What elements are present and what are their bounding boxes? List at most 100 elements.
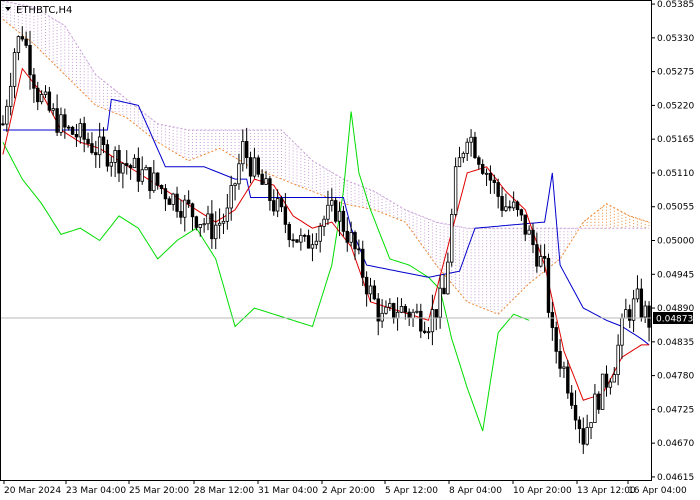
candle-body — [531, 229, 535, 246]
candle-body — [558, 350, 562, 369]
candle-body — [589, 422, 593, 428]
candle-body — [272, 200, 276, 212]
current-price-marker: 0.04873 — [653, 312, 693, 325]
x-tick-label: 16 Apr 04:00 — [628, 486, 687, 496]
price-axis: 0.05385 0.05330 0.05275 0.05220 0.05165 0.051… — [651, 0, 694, 483]
candle-body — [51, 108, 55, 111]
candle-body — [264, 178, 268, 185]
candle-body — [163, 188, 168, 200]
candle-body — [488, 172, 493, 181]
candle-body — [20, 36, 24, 40]
candle-body — [333, 200, 338, 222]
candle-body — [593, 393, 597, 423]
candle-body — [39, 94, 44, 103]
candle-body — [438, 287, 442, 318]
candle-body — [500, 196, 504, 211]
candle-body — [647, 305, 651, 328]
candle-body — [190, 203, 195, 218]
current-price-label: 0.04873 — [656, 315, 693, 325]
symbol-header[interactable]: ETHBTC,H4 — [5, 5, 72, 16]
candle-body — [36, 87, 40, 103]
candle-body — [569, 392, 574, 406]
y-tick-label: 0.04725 — [657, 405, 694, 415]
candle-body — [109, 161, 113, 167]
candle-body — [90, 143, 94, 153]
chart-background — [0, 0, 700, 500]
candle-body — [581, 428, 585, 445]
candle-body — [597, 393, 601, 410]
x-tick-label: 10 Apr 20:00 — [513, 486, 572, 496]
candle-body — [442, 287, 446, 295]
candle-body — [121, 163, 125, 174]
candle-body — [403, 306, 408, 313]
candle — [333, 197, 338, 224]
candle-body — [233, 183, 237, 186]
candle-body — [515, 201, 520, 211]
candle-body — [484, 172, 489, 175]
y-tick-label: 0.05220 — [657, 101, 694, 111]
candle-body — [105, 144, 110, 167]
candle-body — [643, 305, 647, 318]
candle-body — [469, 136, 473, 143]
candle-body — [175, 193, 179, 212]
candle-body — [631, 298, 636, 321]
candle-body — [256, 157, 260, 175]
candle-body — [635, 288, 640, 300]
candle-body — [492, 179, 497, 183]
y-tick-label: 0.04835 — [657, 338, 694, 348]
candle-body — [237, 163, 241, 185]
y-tick-label: 0.05110 — [657, 169, 694, 179]
candle-body — [117, 150, 121, 174]
candle-body — [616, 344, 620, 375]
candle-body — [225, 207, 230, 222]
candle-body — [573, 404, 578, 421]
candle-body — [372, 285, 377, 300]
candle-body — [74, 134, 79, 138]
candle-body — [465, 141, 469, 154]
symbol-title: ETHBTC,H4 — [16, 5, 72, 16]
candle-body — [125, 163, 129, 166]
candle-body — [86, 138, 90, 145]
candle-body — [275, 198, 280, 212]
candle-body — [519, 209, 524, 216]
candle-body — [306, 235, 311, 249]
candle-body — [260, 173, 264, 185]
candle-body — [287, 223, 291, 241]
candle-body — [411, 311, 415, 319]
x-tick-label: 8 Apr 04:00 — [449, 486, 502, 496]
candle-body — [55, 108, 59, 133]
y-tick-label: 0.04670 — [657, 439, 694, 449]
candle-body — [364, 276, 369, 295]
candle-body — [248, 157, 253, 177]
y-tick-label: 0.04780 — [657, 372, 694, 382]
candle-body — [12, 52, 17, 87]
candle-body — [186, 199, 191, 205]
candle-body — [24, 38, 28, 46]
candle-body — [144, 167, 148, 171]
candle-body — [179, 210, 183, 218]
candle-body — [523, 214, 527, 235]
candle-body — [8, 85, 13, 107]
y-tick-label: 0.04945 — [657, 270, 694, 280]
candle-body — [535, 244, 539, 267]
candle-body — [32, 74, 36, 89]
candle-body — [527, 229, 531, 235]
candle-body — [214, 224, 218, 240]
candle-body — [113, 150, 117, 163]
candle-body — [310, 244, 315, 249]
chart-frame: 0.05385 0.05330 0.05275 0.05220 0.05165 0.051… — [0, 0, 700, 500]
y-tick-label: 0.05000 — [657, 237, 694, 247]
candle-body — [577, 419, 582, 430]
candle-body — [620, 317, 624, 346]
candle — [70, 125, 75, 136]
candle-body — [136, 157, 141, 182]
candle-body — [322, 218, 326, 227]
candle-body — [480, 163, 485, 174]
candle-body — [349, 232, 353, 243]
candle-body — [326, 204, 330, 220]
candle-body — [434, 309, 438, 318]
candle-body — [94, 152, 98, 156]
candle-body — [210, 213, 214, 240]
candle-body — [612, 374, 616, 383]
candle — [295, 239, 299, 244]
